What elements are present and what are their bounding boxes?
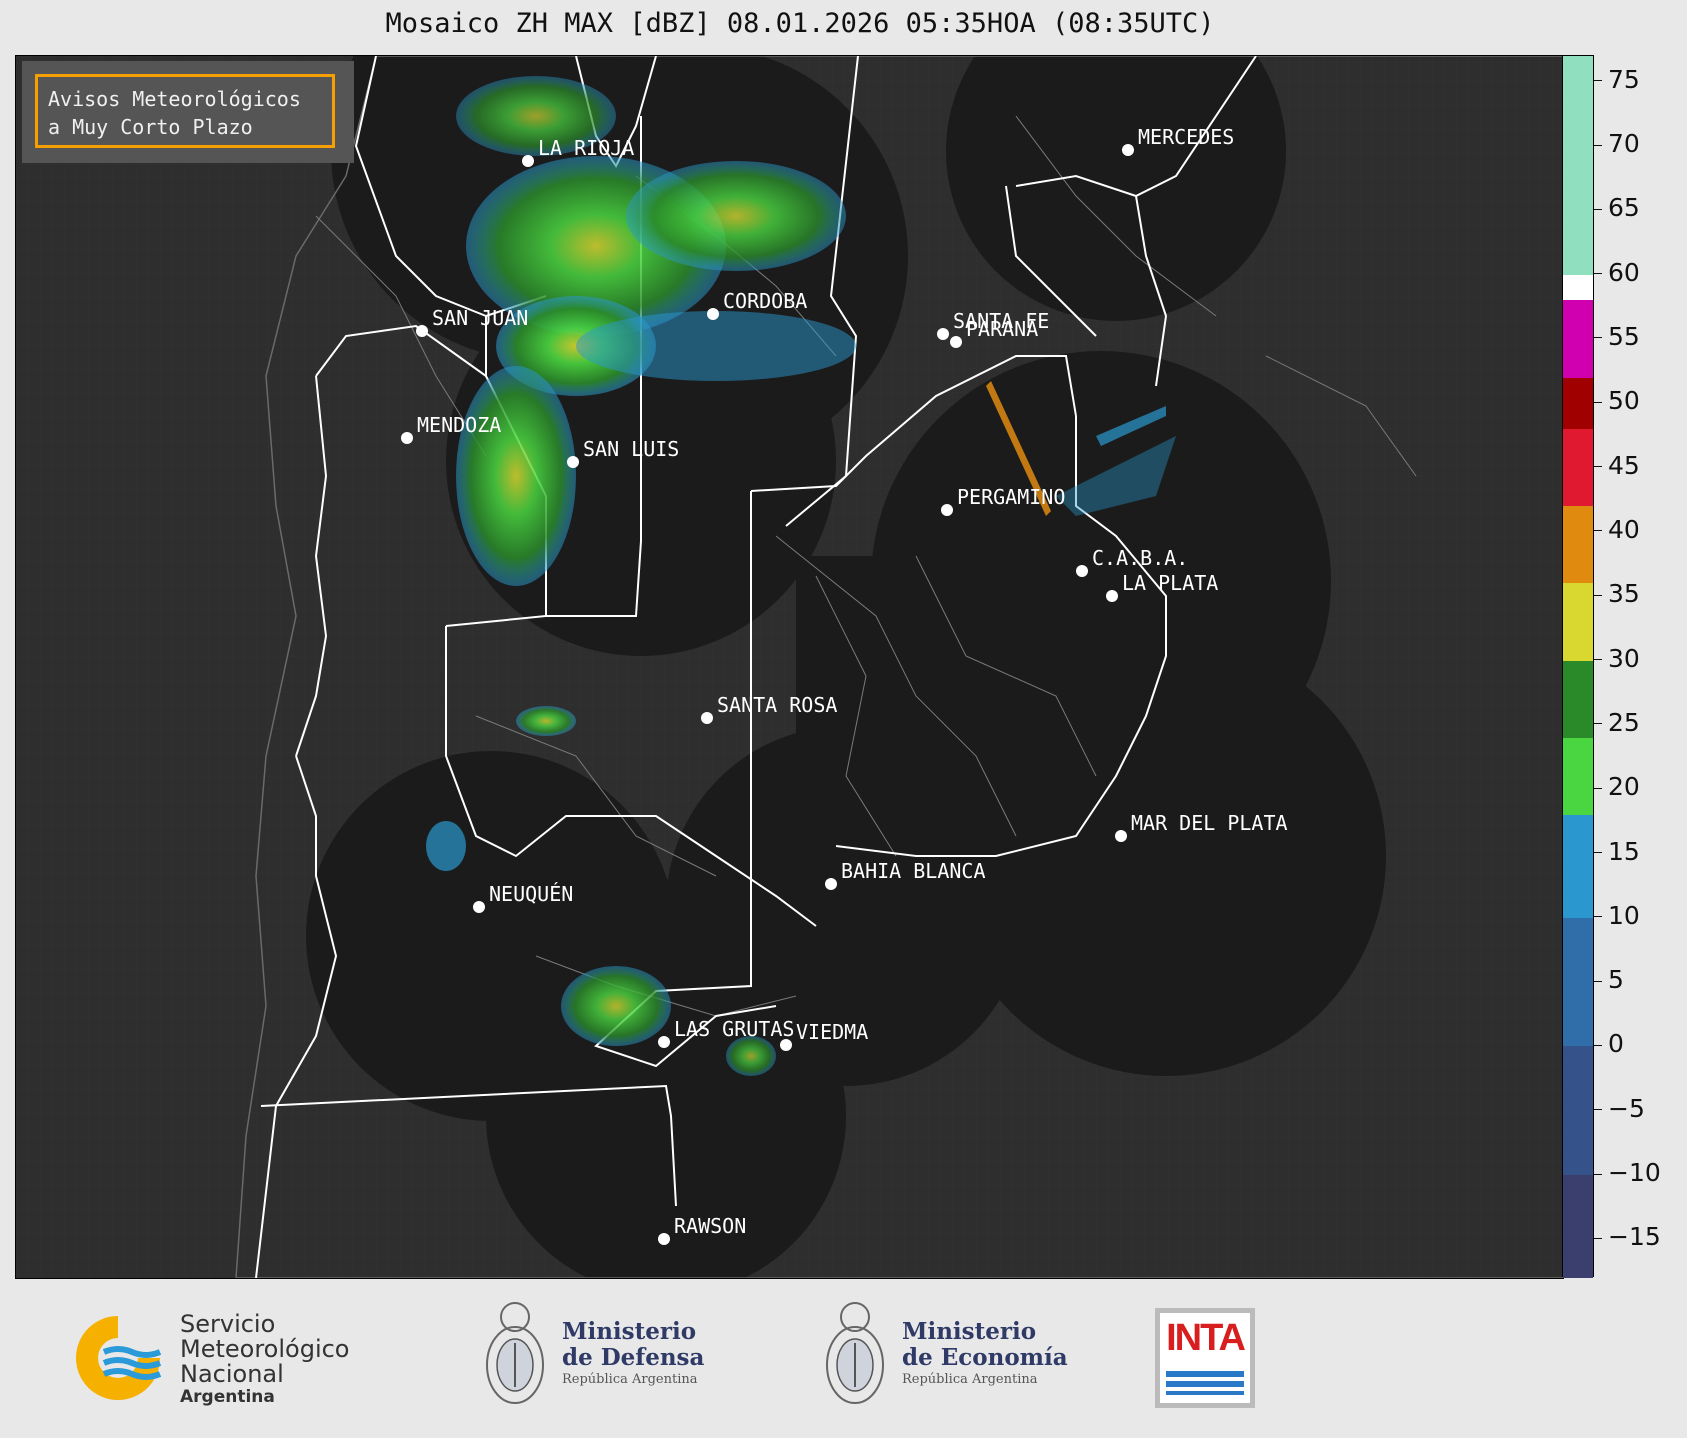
- colorbar-segment: [1563, 660, 1593, 738]
- city-label: LA RIOJA: [538, 136, 634, 160]
- city-dot: [658, 1233, 670, 1245]
- economia-line1: Ministerio: [902, 1318, 1037, 1345]
- city-label: SANTA ROSA: [717, 693, 837, 717]
- colorbar-tick-label: −10: [1594, 1158, 1661, 1187]
- colorbar-tick-label: 15: [1594, 837, 1640, 866]
- escudo-icon: [826, 1302, 884, 1404]
- colorbar-segment: [1563, 1046, 1593, 1176]
- defensa-line1: Ministerio: [562, 1318, 697, 1345]
- city-label: LA PLATA: [1122, 571, 1218, 595]
- colorbar-tick-label: 50: [1594, 386, 1640, 415]
- colorbar-tick-label: 35: [1594, 579, 1640, 608]
- city-label: C.A.B.A.: [1092, 546, 1188, 570]
- smn-logo[interactable]: Servicio Meteorológico Nacional Argentin…: [68, 1308, 388, 1408]
- colorbar-tick-label: 65: [1594, 193, 1640, 222]
- city-dot: [416, 325, 428, 337]
- city-dot: [522, 155, 534, 167]
- smn-line3: Nacional: [180, 1360, 284, 1388]
- city-label: CORDOBA: [723, 289, 807, 313]
- colorbar-tick-label: 40: [1594, 515, 1640, 544]
- city-label: PARANA: [966, 317, 1038, 341]
- colorbar-segment: [1563, 506, 1593, 584]
- city-dot: [780, 1039, 792, 1051]
- city-dot: [473, 901, 485, 913]
- colorbar-tick-label: 10: [1594, 901, 1640, 930]
- city-dot: [825, 878, 837, 890]
- city-label: BAHIA BLANCA: [841, 859, 986, 883]
- page-title: Mosaico ZH MAX [dBZ] 08.01.2026 05:35HOA…: [385, 8, 1215, 39]
- radar-map[interactable]: LA RIOJA MERCEDES SAN JUAN CORDOBA SANTA FE P…: [15, 55, 1564, 1279]
- colorbar-segment: [1563, 737, 1593, 815]
- city-label: RAWSON: [674, 1214, 746, 1238]
- colorbar-segment: [1563, 917, 1593, 1047]
- city-label: MENDOZA: [417, 413, 501, 437]
- city-label: LAS GRUTAS: [674, 1017, 794, 1041]
- alert-legend-line2: a Muy Corto Plazo: [48, 115, 253, 139]
- colorbar-tick-label: 55: [1594, 322, 1640, 351]
- city-dot: [1122, 144, 1134, 156]
- city-label: MAR DEL PLATA: [1131, 811, 1288, 835]
- city-dot: [1106, 590, 1118, 602]
- city-dot: [401, 432, 413, 444]
- escudo-icon: [486, 1302, 544, 1404]
- colorbar-tick-label: −5: [1594, 1094, 1645, 1123]
- colorbar-tick-label: 20: [1594, 772, 1640, 801]
- economia-line3: República Argentina: [902, 1372, 1038, 1387]
- city-dot: [567, 456, 579, 468]
- defensa-line3: República Argentina: [562, 1372, 698, 1387]
- city-label: VIEDMA: [796, 1020, 868, 1044]
- inta-text: INTA: [1166, 1317, 1246, 1359]
- city-dot: [1076, 565, 1088, 577]
- colorbar-segment: [1563, 274, 1593, 301]
- city-label: PERGAMINO: [957, 485, 1065, 509]
- alert-legend-line1: Avisos Meteorológicos: [48, 87, 301, 111]
- defensa-line2: de Defensa: [562, 1344, 705, 1371]
- city-label: SAN JUAN: [432, 306, 528, 330]
- colorbar-tick-label: −15: [1594, 1222, 1661, 1251]
- colorbar: [1562, 55, 1594, 1278]
- smn-line4: Argentina: [180, 1387, 275, 1407]
- city-dot: [1115, 830, 1127, 842]
- smn-line1: Servicio: [180, 1310, 276, 1338]
- colorbar-tick-label: 5: [1594, 965, 1624, 994]
- colorbar-segment: [1563, 814, 1593, 918]
- smn-emblem-icon: [76, 1316, 162, 1400]
- city-dot: [701, 712, 713, 724]
- city-dot: [707, 308, 719, 320]
- colorbar-tick-label: 45: [1594, 451, 1640, 480]
- footer: Servicio Meteorológico Nacional Argentin…: [0, 1280, 1687, 1438]
- colorbar-tick-label: 0: [1594, 1029, 1624, 1058]
- colorbar-segment: [1563, 429, 1593, 507]
- colorbar-tick-label: 75: [1594, 65, 1640, 94]
- city-label: NEUQUÉN: [489, 882, 573, 906]
- city-dot: [658, 1036, 670, 1048]
- colorbar-ticks: 75 70 65 60 55 50 45 40 35 30 25 20 15 10 5 0 −5 −10 −15: [1594, 55, 1684, 1277]
- colorbar-segment: [1563, 1175, 1593, 1278]
- city-dot: [941, 504, 953, 516]
- map-canvas: LA RIOJA MERCEDESSAN JUANCORDOBASANTA FEP…: [16, 56, 1563, 1278]
- economia-logo[interactable]: Ministerio de Economía República Argenti…: [820, 1295, 1080, 1420]
- city-dot: [937, 328, 949, 340]
- colorbar-tick-label: 70: [1594, 129, 1640, 158]
- colorbar-segment: [1563, 377, 1593, 430]
- economia-line2: de Economía: [902, 1344, 1068, 1371]
- colorbar-segment: [1563, 56, 1593, 275]
- inta-logo[interactable]: INTA: [1155, 1308, 1255, 1408]
- alert-legend[interactable]: Avisos Meteorológicos a Muy Corto Plazo: [35, 74, 335, 148]
- colorbar-segment: [1563, 583, 1593, 661]
- city-label: SAN LUIS: [583, 437, 679, 461]
- colorbar-segment: [1563, 300, 1593, 378]
- city-dot: [950, 336, 962, 348]
- colorbar-tick-label: 60: [1594, 258, 1640, 287]
- defensa-logo[interactable]: Ministerio de Defensa República Argentin…: [480, 1295, 720, 1420]
- smn-line2: Meteorológico: [180, 1335, 350, 1363]
- city-label: MERCEDES: [1138, 125, 1234, 149]
- colorbar-tick-label: 30: [1594, 644, 1640, 673]
- colorbar-tick-label: 25: [1594, 708, 1640, 737]
